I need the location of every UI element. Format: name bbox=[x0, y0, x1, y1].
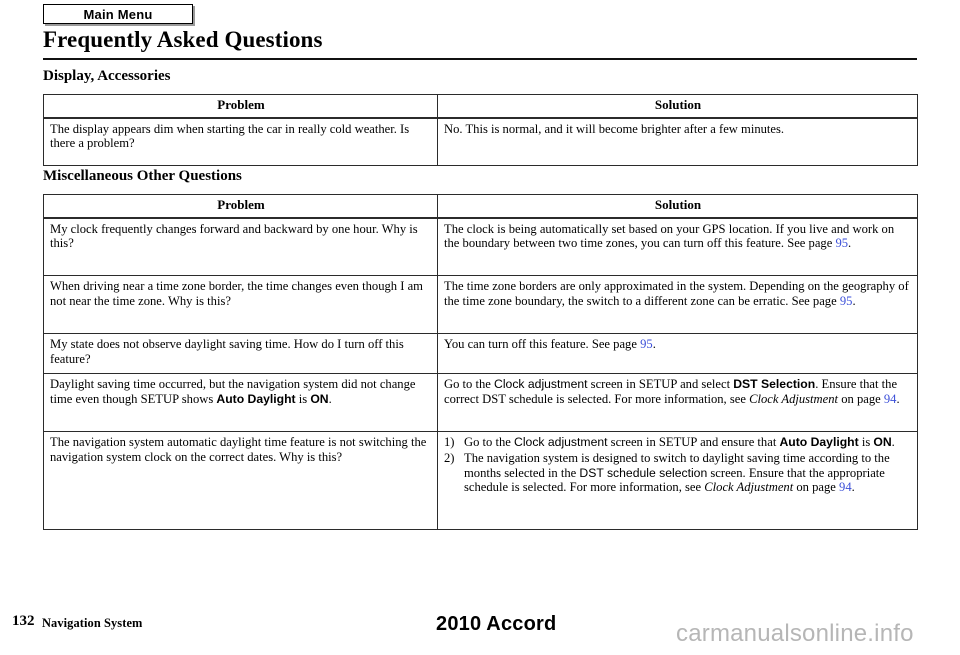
text-run: DST schedule selection bbox=[579, 465, 708, 480]
faq-table-misc-questions: Problem Solution My clock frequently cha… bbox=[43, 193, 918, 531]
section-heading-misc-questions: Miscellaneous Other Questions bbox=[43, 168, 242, 184]
cell-solution: No. This is normal, and it will become b… bbox=[437, 117, 918, 167]
list-marker: 1) bbox=[444, 435, 455, 450]
document-page: Main Menu Frequently Asked Questions Dis… bbox=[0, 0, 960, 655]
cell-problem: The display appears dim when starting th… bbox=[43, 117, 438, 167]
text-run: Clock adjustment bbox=[494, 377, 588, 392]
title-divider bbox=[43, 58, 917, 60]
text-run: ON bbox=[873, 435, 892, 450]
text-run: on page bbox=[838, 392, 884, 407]
text-run: on page bbox=[793, 480, 840, 495]
text-run: . bbox=[891, 435, 895, 450]
text-run: . bbox=[328, 391, 332, 406]
text-run: . bbox=[896, 392, 900, 407]
table-row: My state does not observe daylight savin… bbox=[43, 333, 918, 375]
table-row: The navigation system automatic daylight… bbox=[43, 431, 918, 531]
footer-page-number: 132 bbox=[12, 613, 35, 629]
text-run: You can turn off this feature. See page bbox=[444, 337, 641, 352]
numbered-list-item: 1) Go to the Clock adjustment screen in S… bbox=[444, 435, 912, 450]
numbered-list-item: 2) The navigation system is designed to s… bbox=[444, 451, 912, 495]
text-run: The clock is being automatically set bas… bbox=[444, 221, 895, 251]
text-run: . bbox=[652, 337, 656, 352]
text-run: Go to the bbox=[444, 377, 495, 392]
text-run: DST Selection bbox=[733, 377, 816, 392]
text-run: is bbox=[858, 435, 874, 450]
column-header-problem: Problem bbox=[43, 93, 438, 119]
cell-problem: Daylight saving time occurred, but the n… bbox=[43, 373, 438, 433]
cell-problem: My state does not observe daylight savin… bbox=[43, 333, 438, 375]
cell-problem: The navigation system automatic daylight… bbox=[43, 431, 438, 531]
text-run: Go to the bbox=[464, 435, 515, 450]
watermark: carmanualsonline.info bbox=[676, 620, 914, 647]
numbered-list: 1) Go to the Clock adjustment screen in S… bbox=[444, 435, 912, 495]
text-run: Auto Daylight bbox=[216, 391, 296, 406]
footer-section-name: Navigation System bbox=[42, 616, 143, 630]
table-row: Daylight saving time occurred, but the n… bbox=[43, 373, 918, 433]
text-run[interactable]: 95 bbox=[840, 294, 853, 308]
cell-solution: You can turn off this feature. See page … bbox=[437, 333, 918, 375]
faq-table-display-accessories: Problem Solution The display appears dim… bbox=[43, 93, 918, 167]
text-run: ON bbox=[310, 391, 329, 406]
section-heading-display-accessories: Display, Accessories bbox=[43, 68, 171, 84]
text-run[interactable]: 95 bbox=[640, 337, 653, 351]
cell-problem: My clock frequently changes forward and … bbox=[43, 217, 438, 277]
text-run: Clock Adjustment bbox=[749, 392, 839, 407]
text-run: screen in SETUP and ensure that bbox=[607, 435, 780, 450]
text-run: screen in SETUP and select bbox=[587, 377, 734, 392]
table-header-row: Problem Solution bbox=[43, 193, 918, 219]
text-run[interactable]: 94 bbox=[884, 392, 897, 406]
main-menu-button[interactable]: Main Menu bbox=[43, 4, 193, 24]
list-item-text: The navigation system is designed to swi… bbox=[464, 451, 890, 494]
cell-solution: The time zone borders are only approxima… bbox=[437, 275, 918, 335]
column-header-solution: Solution bbox=[437, 93, 918, 119]
page-title: Frequently Asked Questions bbox=[43, 27, 323, 52]
column-header-solution: Solution bbox=[437, 193, 918, 219]
table-row: The display appears dim when starting th… bbox=[43, 117, 918, 167]
list-marker: 2) bbox=[444, 451, 455, 466]
text-run: . bbox=[848, 236, 852, 251]
list-item-text: Go to the Clock adjustment screen in SET… bbox=[464, 435, 895, 449]
text-run: . bbox=[852, 293, 856, 308]
table-row: My clock frequently changes forward and … bbox=[43, 217, 918, 277]
table-header-row: Problem Solution bbox=[43, 93, 918, 119]
table-row: When driving near a time zone border, th… bbox=[43, 275, 918, 335]
text-run: is bbox=[295, 391, 311, 406]
text-run: Clock adjustment bbox=[514, 435, 608, 450]
cell-solution: Go to the Clock adjustment screen in SET… bbox=[437, 373, 918, 433]
footer-model-name: 2010 Accord bbox=[436, 613, 557, 635]
text-run[interactable]: 95 bbox=[835, 236, 848, 250]
text-run: Clock Adjustment bbox=[704, 480, 794, 495]
column-header-problem: Problem bbox=[43, 193, 438, 219]
text-run: . bbox=[851, 480, 855, 495]
text-run[interactable]: 94 bbox=[839, 480, 852, 494]
cell-solution: The clock is being automatically set bas… bbox=[437, 217, 918, 277]
text-run: Auto Daylight bbox=[779, 435, 859, 450]
cell-problem: When driving near a time zone border, th… bbox=[43, 275, 438, 335]
cell-solution: 1) Go to the Clock adjustment screen in S… bbox=[437, 431, 918, 531]
